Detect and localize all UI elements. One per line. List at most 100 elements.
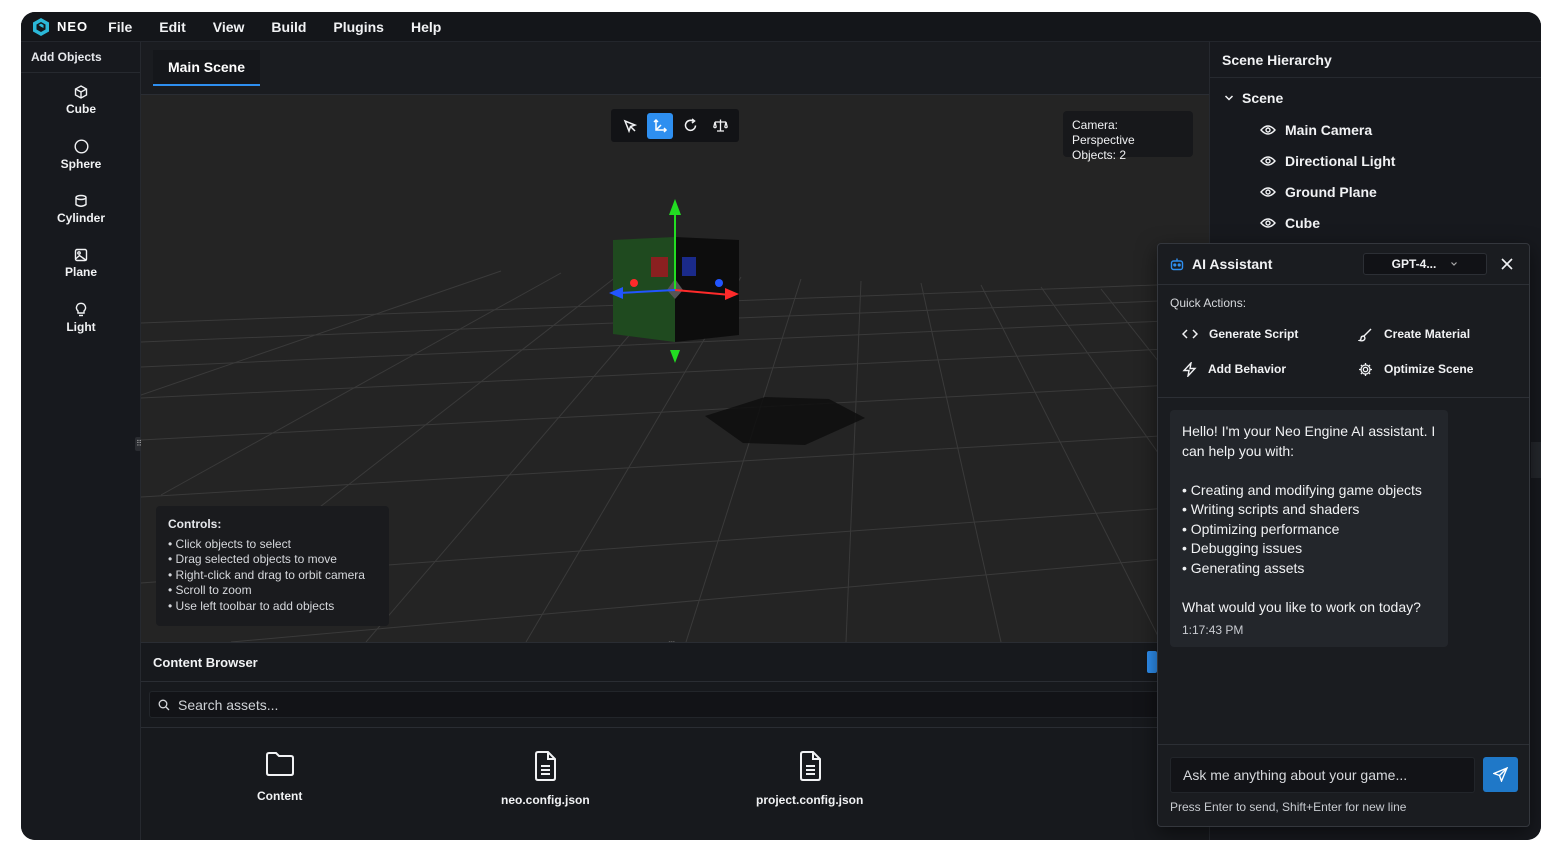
light-bulb-icon: [75, 302, 87, 317]
tree-item-main-camera[interactable]: Main Camera: [1260, 122, 1372, 138]
folder-icon: [265, 752, 294, 776]
controls-help-overlay: Controls: • Click objects to select • Dr…: [156, 506, 389, 626]
scene-tab-bar: Main Scene: [141, 42, 1209, 95]
cube-icon: [74, 84, 88, 99]
menu-file[interactable]: File: [108, 19, 132, 35]
rotate-tool-button[interactable]: [677, 113, 703, 139]
chevron-down-icon[interactable]: [1224, 93, 1234, 103]
add-cylinder-button[interactable]: Cylinder: [21, 182, 141, 237]
eye-icon[interactable]: [1260, 155, 1276, 167]
transform-toolbar: [611, 109, 739, 142]
robot-icon: [1170, 258, 1184, 271]
add-light-label: Light: [66, 320, 96, 335]
model-select-value: GPT-4...: [1391, 257, 1437, 271]
sphere-icon: [73, 139, 89, 154]
move-axes-icon: [652, 118, 667, 133]
editor-window: NEO File Edit View Build Plugins Help Ad…: [21, 12, 1541, 840]
ai-assistant-panel: AI Assistant GPT-4... Quick Actions: Gen…: [1157, 243, 1530, 827]
asset-neo-config[interactable]: neo.config.json: [501, 751, 590, 807]
add-sphere-button[interactable]: Sphere: [21, 128, 141, 183]
add-behavior-label: Add Behavior: [1208, 362, 1287, 376]
generate-script-button[interactable]: Generate Script: [1182, 324, 1298, 344]
controls-title: Controls:: [168, 517, 222, 531]
message-timestamp: 1:17:43 PM: [1182, 623, 1244, 637]
optimize-scene-label: Optimize Scene: [1384, 362, 1474, 376]
add-cube-label: Cube: [66, 101, 96, 116]
generate-script-label: Generate Script: [1209, 327, 1299, 341]
content-browser-title: Content Browser: [141, 643, 1209, 682]
add-plane-button[interactable]: Plane: [21, 237, 141, 292]
input-hint: Press Enter to send, Shift+Enter for new…: [1170, 800, 1407, 814]
menu-plugins[interactable]: Plugins: [333, 19, 384, 35]
app-logo: NEO: [33, 17, 89, 36]
menu-view[interactable]: View: [213, 19, 245, 35]
add-cube-button[interactable]: Cube: [21, 73, 141, 128]
tree-item-label: Main Camera: [1285, 122, 1373, 138]
menu-build[interactable]: Build: [271, 19, 306, 35]
tree-item-label: Cube: [1285, 215, 1320, 231]
asset-content-folder[interactable]: Content: [257, 751, 302, 803]
model-select[interactable]: GPT-4...: [1363, 253, 1487, 275]
controls-item: • Right-click and drag to orbit camera: [168, 567, 365, 582]
add-objects-title: Add Objects: [21, 42, 140, 73]
assistant-message: Hello! I'm your Neo Engine AI assistant.…: [1170, 410, 1448, 647]
tree-item-directional-light[interactable]: Directional Light: [1260, 153, 1395, 169]
send-icon: [1493, 767, 1508, 782]
eye-icon[interactable]: [1260, 217, 1276, 229]
tree-root-label: Scene: [1242, 90, 1284, 106]
asset-name: Content: [257, 789, 303, 803]
eye-icon[interactable]: [1260, 124, 1276, 136]
optimize-scene-button[interactable]: Optimize Scene: [1358, 359, 1473, 379]
ai-chat-input[interactable]: [1183, 767, 1462, 783]
tree-item-ground-plane[interactable]: Ground Plane: [1260, 184, 1377, 200]
asset-search-box: [149, 691, 1201, 718]
input-divider: [1158, 744, 1529, 745]
app-logo-text: NEO: [57, 19, 89, 34]
controls-item: • Use left toolbar to add objects: [168, 598, 335, 613]
message-bullet: • Debugging issues: [1182, 540, 1303, 556]
scale-icon: [712, 119, 728, 132]
menu-edit[interactable]: Edit: [159, 19, 185, 35]
menu-help[interactable]: Help: [411, 19, 441, 35]
chevron-down-icon: [1451, 262, 1458, 266]
quick-actions-divider: [1158, 397, 1529, 398]
scale-tool-button[interactable]: [707, 113, 733, 139]
add-behavior-button[interactable]: Add Behavior: [1182, 359, 1286, 379]
message-bullet: • Writing scripts and shaders: [1182, 501, 1360, 517]
message-bullet: • Optimizing performance: [1182, 520, 1340, 537]
cube-shadow: [705, 397, 865, 445]
right-panel-edge-tab[interactable]: [1531, 442, 1541, 478]
asset-search-input[interactable]: [178, 696, 1078, 713]
eye-icon[interactable]: [1260, 186, 1276, 198]
move-tool-button[interactable]: [647, 112, 673, 139]
asset-name: neo.config.json: [501, 793, 590, 807]
tree-item-label: Ground Plane: [1285, 184, 1377, 200]
camera-mode-label: Camera: Perspective: [1072, 118, 1135, 147]
select-pointer-icon: [623, 119, 637, 133]
file-icon: [535, 751, 557, 781]
message-bullet: • Generating assets: [1182, 559, 1305, 576]
tree-item-label: Directional Light: [1285, 153, 1396, 169]
content-browser-divider: [141, 727, 1209, 728]
send-button[interactable]: [1483, 757, 1518, 792]
message-question: What would you like to work on today?: [1182, 598, 1421, 615]
create-material-label: Create Material: [1384, 327, 1471, 341]
close-icon[interactable]: [1499, 256, 1515, 272]
scene-viewport[interactable]: Camera: Perspective Objects: 2 Controls:…: [141, 95, 1209, 642]
asset-name: project.config.json: [756, 793, 864, 807]
brush-icon: [1358, 328, 1372, 342]
add-objects-panel: Add Objects Cube Sphere Cylinder Plane L…: [21, 42, 141, 840]
select-tool-button[interactable]: [617, 113, 643, 139]
asset-project-config[interactable]: project.config.json: [756, 751, 863, 807]
quick-actions-label: Quick Actions:: [1170, 296, 1247, 310]
add-cylinder-label: Cylinder: [56, 210, 105, 225]
tree-root-scene[interactable]: Scene: [1224, 90, 1283, 106]
tab-main-scene[interactable]: Main Scene: [153, 50, 260, 86]
tree-item-cube[interactable]: Cube: [1260, 215, 1320, 231]
content-browser-action-button[interactable]: [1147, 651, 1157, 673]
controls-item: • Click objects to select: [168, 536, 291, 551]
add-light-button[interactable]: Light: [21, 291, 141, 346]
controls-item: • Drag selected objects to move: [168, 552, 337, 567]
object-count-label: Objects: 2: [1072, 148, 1127, 162]
create-material-button[interactable]: Create Material: [1358, 324, 1470, 344]
